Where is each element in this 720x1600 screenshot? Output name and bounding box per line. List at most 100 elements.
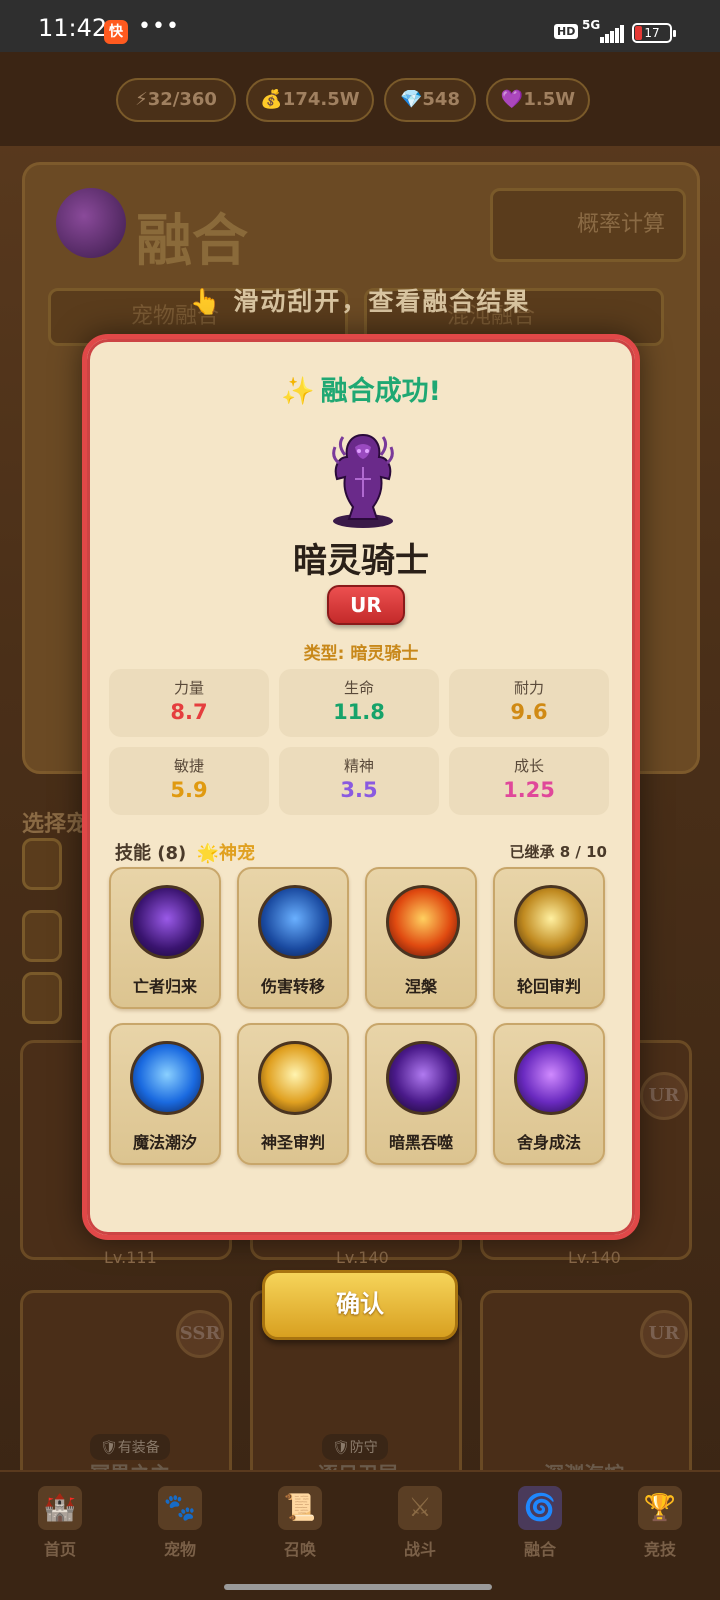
scroll-icon: 📜 [278, 1486, 322, 1530]
energy-pill: ⚡32/360 [116, 78, 236, 122]
skill-name: 神圣审判 [260, 1133, 325, 1152]
stat-value: 11.8 [333, 700, 385, 724]
swipe-hint: 👆 滑动刮开，查看融合结果 [189, 287, 531, 316]
pet-card-level: Lv.140 [568, 1248, 621, 1267]
nav-pets[interactable]: 🐾 宠物 [130, 1486, 230, 1560]
stat-value: 9.6 [510, 700, 548, 724]
nav-label: 宠物 [163, 1540, 196, 1559]
stat-growth: 成长 1.25 [449, 747, 609, 815]
home-indicator[interactable] [224, 1584, 492, 1590]
pet-name: 暗灵骑士 [293, 541, 429, 581]
filter-all-chip[interactable] [22, 838, 62, 890]
skill-reincarnation-judgment[interactable]: 轮回审判 [493, 867, 605, 1009]
network-type: 5G [582, 18, 601, 32]
nav-label: 竞技 [643, 1540, 676, 1559]
skill-name: 舍身成法 [516, 1133, 581, 1152]
stat-label: 敏捷 [173, 757, 204, 775]
fusion-title: 融合 [136, 208, 248, 274]
rarity-badge: UR [327, 585, 405, 625]
trophy-icon: 🏆 [638, 1486, 682, 1530]
status-time: 11:42 [38, 14, 108, 42]
nav-label: 战斗 [403, 1540, 436, 1559]
filter-chip-3[interactable] [22, 972, 62, 1024]
gold-pill: 💰174.5W [246, 78, 374, 122]
skill-name: 魔法潮汐 [132, 1133, 197, 1152]
stat-label: 耐力 [513, 679, 544, 697]
nirvana-icon [386, 885, 460, 959]
filter-chip-2[interactable] [22, 910, 62, 962]
heart-pill: 💜1.5W [486, 78, 590, 122]
skill-dark-devour[interactable]: 暗黑吞噬 [365, 1023, 477, 1165]
modal-title-text: 融合成功! [320, 376, 441, 407]
rarity-badge: SSR [176, 1310, 224, 1358]
battery-icon: 17 [632, 23, 676, 43]
nav-summon[interactable]: 📜 召唤 [250, 1486, 350, 1560]
nav-battle[interactable]: ⚔ 战斗 [370, 1486, 470, 1560]
modal-title: ✨ 融合成功! [87, 369, 635, 408]
signal-icon [600, 24, 625, 43]
rarity-badge: UR [640, 1310, 688, 1358]
battery-level: 17 [644, 26, 660, 40]
damage-transfer-icon [258, 885, 332, 959]
stat-spirit: 精神 3.5 [279, 747, 439, 815]
app-notification-icon: 快 [104, 20, 128, 44]
sparkle-icon: ✨ [281, 376, 315, 407]
nav-fusion[interactable]: 🌀 融合 [490, 1486, 590, 1560]
undead-return-icon [130, 885, 204, 959]
skill-damage-transfer[interactable]: 伤害转移 [237, 867, 349, 1009]
skill-name: 亡者归来 [132, 977, 197, 996]
stat-value: 5.9 [170, 778, 208, 802]
nav-arena[interactable]: 🏆 竞技 [610, 1486, 710, 1560]
stat-label: 成长 [513, 757, 544, 775]
pet-card-level: Lv.140 [336, 1248, 389, 1267]
pet-type: 类型: 暗灵骑士 [303, 644, 419, 664]
fusion-icon: 🌀 [518, 1486, 562, 1530]
rarity-badge: UR [640, 1072, 688, 1120]
nav-label: 首页 [43, 1540, 76, 1559]
stat-value: 1.25 [503, 778, 555, 802]
stat-strength: 力量 8.7 [109, 669, 269, 737]
inherited-count: 已继承 8 / 10 [509, 843, 607, 861]
status-bar: 11:42 快 ••• HD 5G 17 [0, 0, 720, 52]
skill-magic-tide[interactable]: 魔法潮汐 [109, 1023, 221, 1165]
nav-label: 融合 [523, 1540, 556, 1559]
skill-name: 暗黑吞噬 [388, 1133, 453, 1152]
probability-button[interactable]: 概率计算 [490, 188, 686, 262]
dark-knight-figure-icon [332, 433, 394, 528]
sacrifice-icon [514, 1041, 588, 1115]
skill-undead-return[interactable]: 亡者归来 [109, 867, 221, 1009]
skill-holy-judgment[interactable]: 神圣审判 [237, 1023, 349, 1165]
dark-devour-icon [386, 1041, 460, 1115]
skill-name: 轮回审判 [516, 977, 581, 996]
skill-name: 涅槃 [404, 977, 437, 996]
nav-home[interactable]: 🏰 首页 [10, 1486, 110, 1560]
stat-health: 生命 11.8 [279, 669, 439, 737]
skill-name: 伤害转移 [260, 977, 325, 996]
stat-label: 生命 [343, 679, 374, 697]
nav-label: 召唤 [283, 1540, 316, 1559]
skill-nirvana[interactable]: 涅槃 [365, 867, 477, 1009]
castle-icon: 🏰 [38, 1486, 82, 1530]
skills-header: 技能 (8) 🌟神宠 [115, 839, 255, 865]
stat-value: 3.5 [340, 778, 378, 802]
stat-value: 8.7 [170, 700, 208, 724]
confirm-button[interactable]: 确认 [262, 1270, 458, 1340]
skills-count: 技能 (8) [115, 843, 187, 864]
fusion-result-modal: ✨ 融合成功! 暗灵骑士 UR 类型: 暗灵骑士 力量 8.7 生命 11.8 耐… [82, 334, 640, 1240]
skill-sacrifice[interactable]: 舍身成法 [493, 1023, 605, 1165]
godpet-badge: 🌟神宠 [196, 843, 255, 864]
stat-label: 精神 [343, 757, 374, 775]
select-pet-label: 选择宠 [22, 812, 89, 837]
stat-endurance: 耐力 9.6 [449, 669, 609, 737]
pet-tag: 🛡有装备 [90, 1434, 170, 1460]
fusion-orb-icon [56, 188, 126, 258]
reincarnation-judgment-icon [514, 885, 588, 959]
holy-judgment-icon [258, 1041, 332, 1115]
magic-tide-icon [130, 1041, 204, 1115]
hd-badge: HD [554, 24, 579, 39]
swords-icon: ⚔ [398, 1486, 442, 1530]
more-notifications-icon: ••• [138, 14, 180, 39]
stat-label: 力量 [173, 679, 204, 697]
pet-tag: 🛡防守 [322, 1434, 388, 1460]
pet-card-level: Lv.111 [104, 1248, 157, 1267]
